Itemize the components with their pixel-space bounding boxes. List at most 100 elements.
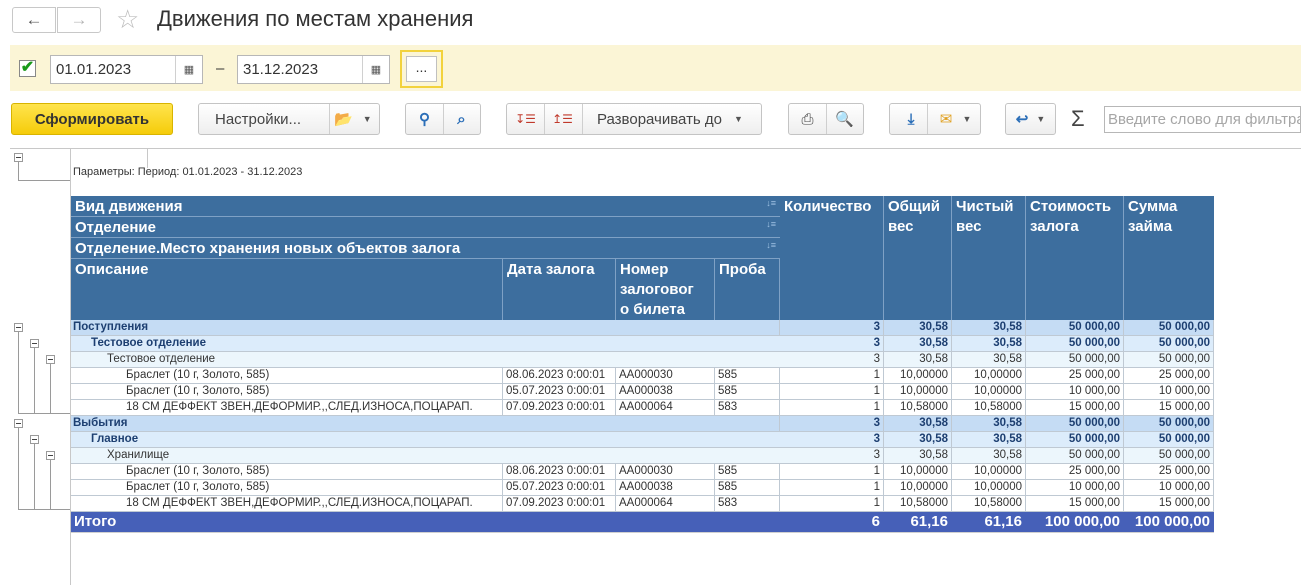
column-header-quantity[interactable]: Количество: [780, 196, 884, 321]
collapse-toggle-icon[interactable]: [46, 451, 55, 460]
cell-quantity: 3: [780, 336, 884, 352]
cell-description: Выбытия: [71, 416, 780, 432]
column-header-storage-place[interactable]: Отделение.Место хранения новых объектов …: [71, 238, 780, 259]
star-icon[interactable]: ☆: [116, 6, 139, 32]
download-icon[interactable]: ⤓: [893, 111, 930, 128]
tree-line: [18, 332, 19, 414]
print-icon[interactable]: ⎙: [789, 111, 826, 128]
group-row[interactable]: Тестовое отделение 3 30,58 30,58 50 000,00 50…: [71, 352, 1214, 368]
cell-probe: 583: [715, 400, 780, 416]
date-from-field[interactable]: 01.01.2023 ▦: [50, 55, 203, 84]
header-label: Проба: [719, 261, 766, 278]
collapse-toggle-icon[interactable]: [14, 419, 23, 428]
tree-line: [18, 180, 70, 181]
search-next-icon[interactable]: ⌕: [443, 111, 480, 128]
settings-button[interactable]: Настройки...: [215, 111, 328, 128]
column-header-loan-amount[interactable]: Сумма займа: [1124, 196, 1214, 321]
column-header-pledge-value[interactable]: Стоимость залога: [1026, 196, 1124, 321]
cell-quantity: 3: [780, 352, 884, 368]
table-row[interactable]: Браслет (10 г, Золото, 585) 08.06.2023 0:…: [71, 464, 1214, 480]
cell-probe: 585: [715, 368, 780, 384]
cell-gross-weight: 30,58: [884, 416, 952, 432]
back-button[interactable]: ←: [12, 7, 56, 33]
column-header-pledge-date[interactable]: Дата залога: [503, 259, 616, 321]
sum-icon[interactable]: Σ: [1071, 106, 1085, 132]
date-to-field[interactable]: 31.12.2023 ▦: [237, 55, 390, 84]
tree-line: [18, 413, 70, 414]
column-header-gross-weight[interactable]: Общий вес: [884, 196, 952, 321]
tree-line: [50, 460, 51, 510]
column-header-department[interactable]: Отделение ↓≡: [71, 217, 780, 238]
group-row[interactable]: Выбытия 3 30,58 30,58 50 000,00 50 000,00: [71, 416, 1214, 432]
total-gross-weight: 61,16: [884, 512, 952, 532]
table-row[interactable]: 18 СМ ДЕФФЕКТ ЗВЕН,ДЕФОРМИР.,,СЛЕД.ИЗНОС…: [71, 400, 1214, 416]
cell-quantity: 1: [780, 384, 884, 400]
table-row[interactable]: 18 СМ ДЕФФЕКТ ЗВЕН,ДЕФОРМИР.,,СЛЕД.ИЗНОС…: [71, 496, 1214, 512]
header-label: Количество: [784, 198, 872, 215]
column-header-probe[interactable]: Проба: [715, 259, 780, 321]
more-actions-button[interactable]: ↩ ▼: [1005, 103, 1056, 135]
arrow-right-icon: →: [70, 10, 88, 29]
header-label: Общий: [888, 198, 941, 215]
column-header-description[interactable]: Описание: [71, 259, 503, 321]
expand-all-icon[interactable]: ↧☰: [507, 112, 544, 126]
chevron-down-icon[interactable]: ▼: [963, 114, 972, 124]
expand-to-button[interactable]: Разворачивать до: [597, 111, 722, 128]
preview-icon[interactable]: 🔍: [826, 110, 863, 128]
params-collapse-icon[interactable]: [14, 153, 23, 162]
chevron-down-icon[interactable]: ▼: [363, 114, 372, 124]
table-row[interactable]: Браслет (10 г, Золото, 585) 08.06.2023 0:…: [71, 368, 1214, 384]
choose-period-button[interactable]: ...: [400, 50, 443, 88]
cell-description: 18 СМ ДЕФФЕКТ ЗВЕН,ДЕФОРМИР.,,СЛЕД.ИЗНОС…: [71, 496, 503, 512]
header-label: вес: [888, 218, 914, 235]
cell-loan-amount: 25 000,00: [1124, 464, 1214, 480]
group-row[interactable]: Главное 3 30,58 30,58 50 000,00 50 000,00: [71, 432, 1214, 448]
variant-icon[interactable]: 📂: [334, 110, 353, 128]
collapse-toggle-icon[interactable]: [46, 355, 55, 364]
table-row[interactable]: Браслет (10 г, Золото, 585) 05.07.2023 0:…: [71, 384, 1214, 400]
collapse-toggle-icon[interactable]: [30, 435, 39, 444]
cell-gross-weight: 30,58: [884, 352, 952, 368]
period-checkbox[interactable]: ✔: [19, 60, 36, 77]
cell-gross-weight: 10,00000: [884, 480, 952, 496]
cell-net-weight: 10,00000: [952, 384, 1026, 400]
column-header-ticket-number[interactable]: Номер залоговог о билета: [616, 259, 715, 321]
cell-probe: 585: [715, 464, 780, 480]
search-icon[interactable]: ⚲: [406, 110, 443, 128]
cell-gross-weight: 10,00000: [884, 384, 952, 400]
cell-pledge-date: 05.07.2023 0:00:01: [503, 480, 616, 496]
cell-quantity: 3: [780, 320, 884, 336]
undo-icon: ↩: [1015, 111, 1029, 128]
cell-loan-amount: 15 000,00: [1124, 400, 1214, 416]
collapse-toggle-icon[interactable]: [14, 323, 23, 332]
column-header-net-weight[interactable]: Чистый вес: [952, 196, 1026, 321]
chevron-down-icon[interactable]: ▼: [734, 114, 743, 124]
mail-icon[interactable]: ✉: [930, 110, 963, 128]
tree-line: [34, 348, 35, 414]
export-group: ⤓ ✉ ▼: [889, 103, 981, 135]
column-header-movement-type[interactable]: Вид движения ↓≡: [71, 196, 780, 217]
expand-group: ↧☰ ↥☰ Разворачивать до ▼: [506, 103, 762, 135]
checkmark-icon: ✔: [20, 59, 35, 76]
table-row[interactable]: Браслет (10 г, Золото, 585) 05.07.2023 0:…: [71, 480, 1214, 496]
header-label: Сумма: [1128, 198, 1178, 215]
header-label: Отделение: [75, 219, 156, 236]
calendar-icon[interactable]: ▦: [175, 56, 202, 83]
header-label: Вид движения: [75, 198, 183, 215]
total-quantity: 6: [780, 512, 884, 532]
collapse-all-icon[interactable]: ↥☰: [544, 112, 581, 126]
group-row[interactable]: Хранилище 3 30,58 30,58 50 000,00 50 000,00: [71, 448, 1214, 464]
cell-net-weight: 30,58: [952, 432, 1026, 448]
sort-icon: ↓≡: [766, 240, 776, 250]
group-row[interactable]: Поступления 3 30,58 30,58 50 000,00 50 000,00: [71, 320, 1214, 336]
header-label: Описание: [75, 261, 149, 278]
cell-loan-amount: 50 000,00: [1124, 320, 1214, 336]
search-input[interactable]: Введите слово для фильтра: [1104, 106, 1301, 133]
group-row[interactable]: Тестовое отделение 3 30,58 30,58 50 000,00 50…: [71, 336, 1214, 352]
collapse-toggle-icon[interactable]: [30, 339, 39, 348]
generate-button[interactable]: Сформировать: [11, 103, 173, 135]
calendar-icon[interactable]: ▦: [362, 56, 389, 83]
cell-net-weight: 10,58000: [952, 496, 1026, 512]
cell-pledge-value: 15 000,00: [1026, 400, 1124, 416]
forward-button[interactable]: →: [57, 7, 101, 33]
